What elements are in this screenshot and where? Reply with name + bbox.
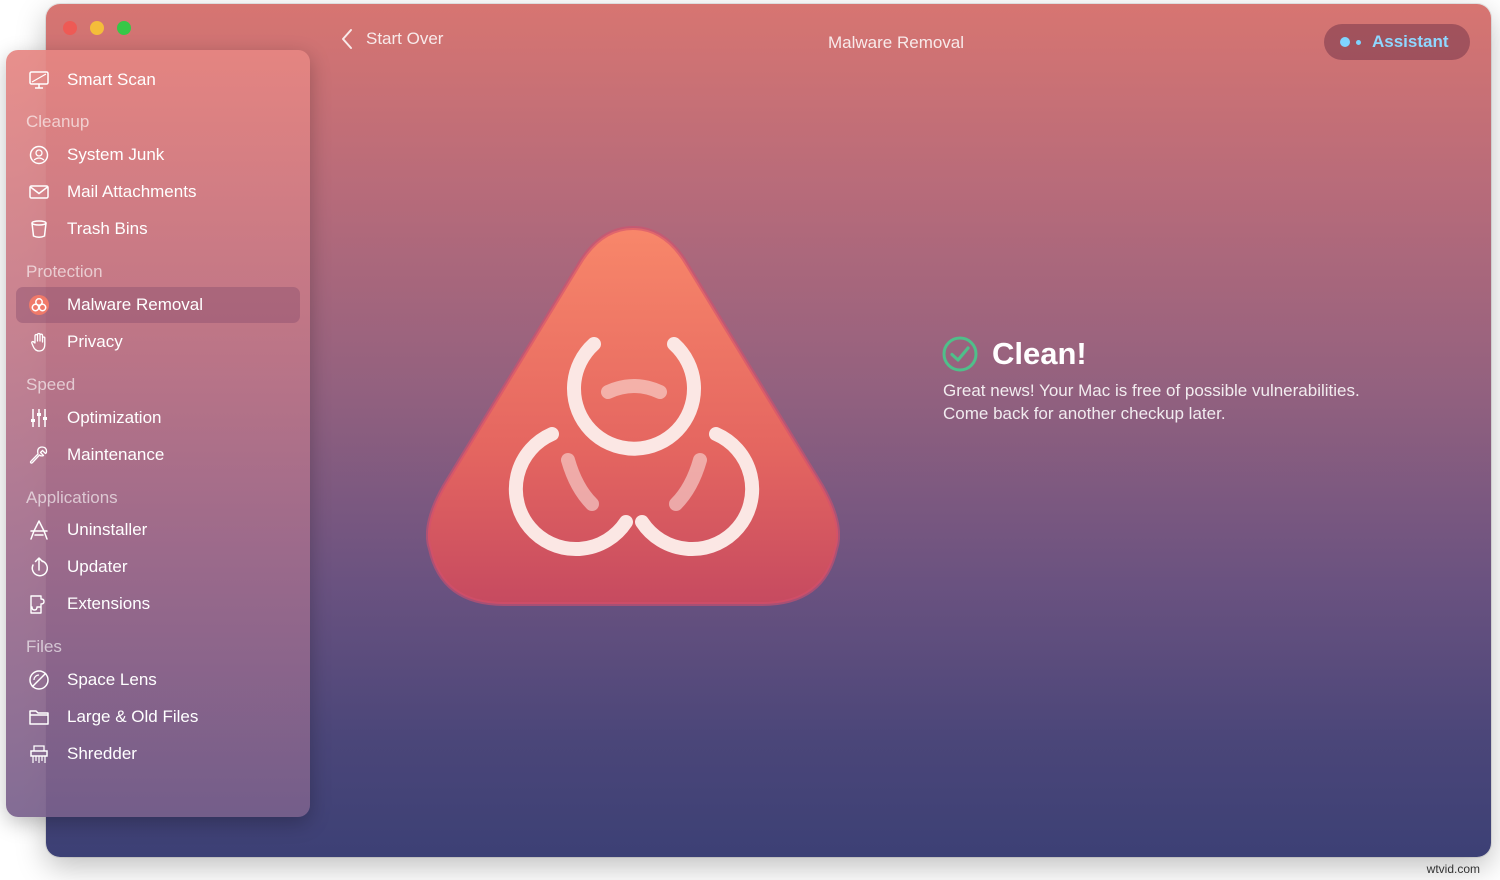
sidebar-item-label: Trash Bins xyxy=(67,219,148,238)
sidebar-item-label: Privacy xyxy=(67,332,123,351)
result-title: Clean! xyxy=(992,336,1087,371)
assistant-button[interactable]: Assistant xyxy=(1324,24,1470,60)
puzzle-icon xyxy=(26,591,52,617)
sidebar-item-label: Uninstaller xyxy=(67,520,148,539)
uninstaller-icon xyxy=(26,517,52,543)
sidebar-item-label: Large & Old Files xyxy=(67,707,199,726)
biohazard-icon xyxy=(26,292,52,318)
watermark: wtvid.com xyxy=(1426,862,1480,876)
sidebar-item-label: Optimization xyxy=(67,408,162,427)
sidebar-item-label: Mail Attachments xyxy=(67,182,197,201)
biohazard-hero-icon xyxy=(426,225,840,606)
sidebar-item-malware-removal[interactable]: Malware Removal xyxy=(16,287,300,323)
updater-icon xyxy=(26,554,52,580)
sidebar-item-label: Space Lens xyxy=(67,670,157,689)
sidebar-item-extensions[interactable]: Extensions xyxy=(16,586,300,622)
minimize-window-button[interactable] xyxy=(90,21,104,35)
sidebar: Smart Scan Cleanup System Junk Mail Atta… xyxy=(6,50,310,817)
sidebar-item-maintenance[interactable]: Maintenance xyxy=(16,437,300,473)
check-circle-icon xyxy=(942,336,978,372)
sidebar-item-smart-scan[interactable]: Smart Scan xyxy=(16,62,300,98)
sidebar-item-mail-attachments[interactable]: Mail Attachments xyxy=(16,174,300,210)
sidebar-item-updater[interactable]: Updater xyxy=(16,549,300,585)
sidebar-item-label: Maintenance xyxy=(67,445,165,464)
sidebar-item-space-lens[interactable]: Space Lens xyxy=(16,662,300,698)
sliders-icon xyxy=(26,405,52,431)
sidebar-item-uninstaller[interactable]: Uninstaller xyxy=(16,512,300,548)
start-over-button[interactable]: Start Over xyxy=(340,28,443,50)
assistant-label: Assistant xyxy=(1372,32,1449,51)
trash-bin-icon xyxy=(26,216,52,242)
assistant-small-dot-icon xyxy=(1356,39,1361,45)
sidebar-item-label: System Junk xyxy=(67,145,165,164)
sidebar-item-label: Malware Removal xyxy=(67,295,204,314)
page-title: Malware Removal xyxy=(828,33,965,52)
wrench-icon xyxy=(26,442,52,468)
folder-icon xyxy=(26,704,52,730)
close-window-button[interactable] xyxy=(63,21,77,35)
sidebar-item-shredder[interactable]: Shredder xyxy=(16,736,300,772)
chevron-left-icon xyxy=(342,29,352,49)
space-lens-icon xyxy=(26,667,52,693)
section-title-protection: Protection xyxy=(26,262,103,281)
hand-icon xyxy=(26,329,52,355)
assistant-dot-icon xyxy=(1340,37,1350,47)
system-junk-icon xyxy=(26,142,52,168)
sidebar-item-label: Shredder xyxy=(67,744,137,763)
zoom-window-button[interactable] xyxy=(117,21,131,35)
result-message-line-2: Come back for another checkup later. xyxy=(943,404,1226,423)
section-title-files: Files xyxy=(26,637,62,656)
start-over-label: Start Over xyxy=(366,29,444,48)
shredder-icon xyxy=(26,741,52,767)
section-title-applications: Applications xyxy=(26,488,118,507)
monitor-scan-icon xyxy=(26,67,52,93)
sidebar-item-privacy[interactable]: Privacy xyxy=(16,324,300,360)
envelope-icon xyxy=(26,179,52,205)
sidebar-item-large-old-files[interactable]: Large & Old Files xyxy=(16,699,300,735)
sidebar-item-trash-bins[interactable]: Trash Bins xyxy=(16,211,300,247)
sidebar-item-label: Smart Scan xyxy=(67,70,156,89)
section-title-speed: Speed xyxy=(26,375,76,394)
sidebar-item-system-junk[interactable]: System Junk xyxy=(16,137,300,173)
result-message-line-1: Great news! Your Mac is free of possible… xyxy=(943,381,1360,400)
sidebar-item-label: Extensions xyxy=(67,594,151,613)
sidebar-item-label: Updater xyxy=(67,557,128,576)
section-title-cleanup: Cleanup xyxy=(26,112,90,131)
sidebar-item-optimization[interactable]: Optimization xyxy=(16,400,300,436)
